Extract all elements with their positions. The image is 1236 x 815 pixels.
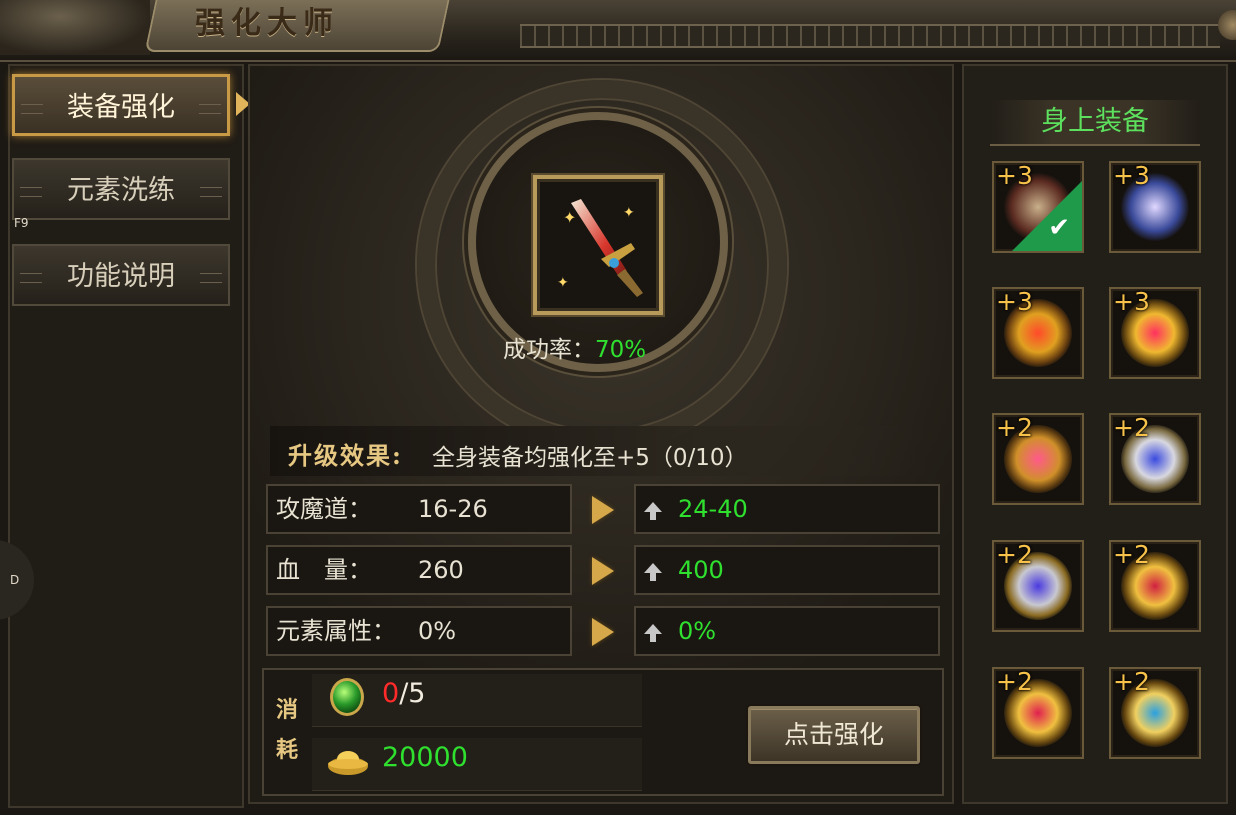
enhance-level: +2	[996, 540, 1033, 569]
svg-text:✦: ✦	[563, 208, 576, 227]
equip-slot-helmet[interactable]: +3	[1109, 287, 1201, 379]
stat-row-next-element: 0%	[634, 606, 940, 656]
stat-name: 元素属性：	[276, 617, 396, 645]
enhance-level: +2	[1113, 413, 1150, 442]
gold-amount: 20000	[382, 742, 468, 773]
equip-slot-necklace[interactable]: +3	[992, 287, 1084, 379]
arrow-up-icon	[644, 624, 662, 642]
arrow-right-icon	[592, 557, 614, 585]
stat-row-next-hp: 400	[634, 545, 940, 595]
upgrade-effect-label: 升级效果:	[288, 441, 403, 470]
enhance-button[interactable]: 点击强化	[748, 706, 920, 764]
stat-next-value: 400	[678, 556, 724, 584]
equip-slot-boots[interactable]: +2	[1109, 667, 1201, 759]
hotkey-hint-f9: F9	[14, 216, 29, 230]
stat-name: 血 量：	[276, 556, 372, 584]
sword-icon: ✦ ✦ ✦	[557, 199, 643, 297]
stat-current-value: 0%	[418, 617, 457, 645]
enhance-level: +3	[996, 287, 1033, 316]
stat-row-current-attack: 攻魔道： 16-26	[266, 484, 572, 534]
stat-row-next-attack: 24-40	[634, 484, 940, 534]
equip-slot-ring-right[interactable]: +2	[1109, 413, 1201, 505]
equip-slot-ring-left[interactable]: +2	[992, 540, 1084, 632]
equipment-header: 身上装备	[990, 100, 1200, 146]
stat-current-value: 16-26	[418, 495, 488, 523]
equip-slot-weapon[interactable]: ✔ +3	[992, 161, 1084, 253]
enhance-level: +3	[996, 161, 1033, 190]
stat-name: 攻魔道：	[276, 495, 372, 523]
stat-row-current-hp: 血 量： 260	[266, 545, 572, 595]
svg-text:✦: ✦	[623, 205, 635, 221]
enhance-level: +3	[1113, 287, 1150, 316]
arrow-right-icon	[592, 618, 614, 646]
enhance-level: +2	[1113, 540, 1150, 569]
sidebar-item-element-refine[interactable]: 元素洗练	[12, 158, 230, 220]
equip-slot-bracelet-right[interactable]: +2	[1109, 540, 1201, 632]
success-rate-label: 成功率：	[503, 337, 595, 363]
consume-title-char: 消	[275, 697, 298, 723]
hotkey-hint-d: D	[10, 573, 20, 587]
check-icon: ✔	[1048, 213, 1070, 243]
sidebar-item-help[interactable]: 功能说明	[12, 244, 230, 306]
consume-title: 消 耗	[272, 690, 302, 770]
equip-slot-belt[interactable]: +2	[992, 667, 1084, 759]
enhance-level: +2	[1113, 667, 1150, 696]
enhance-level: +2	[996, 667, 1033, 696]
equip-slot-armor[interactable]: +3	[1109, 161, 1201, 253]
jade-gem-icon	[330, 678, 364, 716]
upgrade-effect-text: 全身装备均强化至+5（0/10）	[432, 445, 748, 471]
gem-have: 0	[382, 678, 400, 709]
svg-text:✦: ✦	[557, 275, 569, 291]
success-rate: 成功率：70%	[503, 330, 646, 364]
success-rate-value: 70%	[595, 337, 647, 363]
gem-count: 0/5	[382, 678, 425, 709]
meander-border	[520, 24, 1220, 48]
stat-next-value: 24-40	[678, 495, 748, 523]
enhance-level: +3	[1113, 161, 1150, 190]
gold-ingot-icon	[328, 751, 368, 775]
arrow-up-icon	[644, 502, 662, 520]
sidebar-item-equip-enhance[interactable]: 装备强化	[12, 74, 230, 136]
stat-row-current-element: 元素属性： 0%	[266, 606, 572, 656]
stat-current-value: 260	[418, 556, 464, 584]
arrow-right-icon	[592, 496, 614, 524]
enhance-level: +2	[996, 413, 1033, 442]
equip-slot-bracelet-left[interactable]: +2	[992, 413, 1084, 505]
target-item-slot[interactable]: ✦ ✦ ✦	[533, 175, 663, 315]
arrow-up-icon	[644, 563, 662, 581]
dragon-ornament-icon	[0, 0, 150, 55]
selected-flag	[1012, 181, 1082, 251]
stat-next-value: 0%	[678, 617, 717, 645]
gem-need: /5	[399, 678, 426, 709]
window-title: 强化大师	[195, 6, 339, 41]
consume-title-char: 耗	[275, 737, 298, 763]
